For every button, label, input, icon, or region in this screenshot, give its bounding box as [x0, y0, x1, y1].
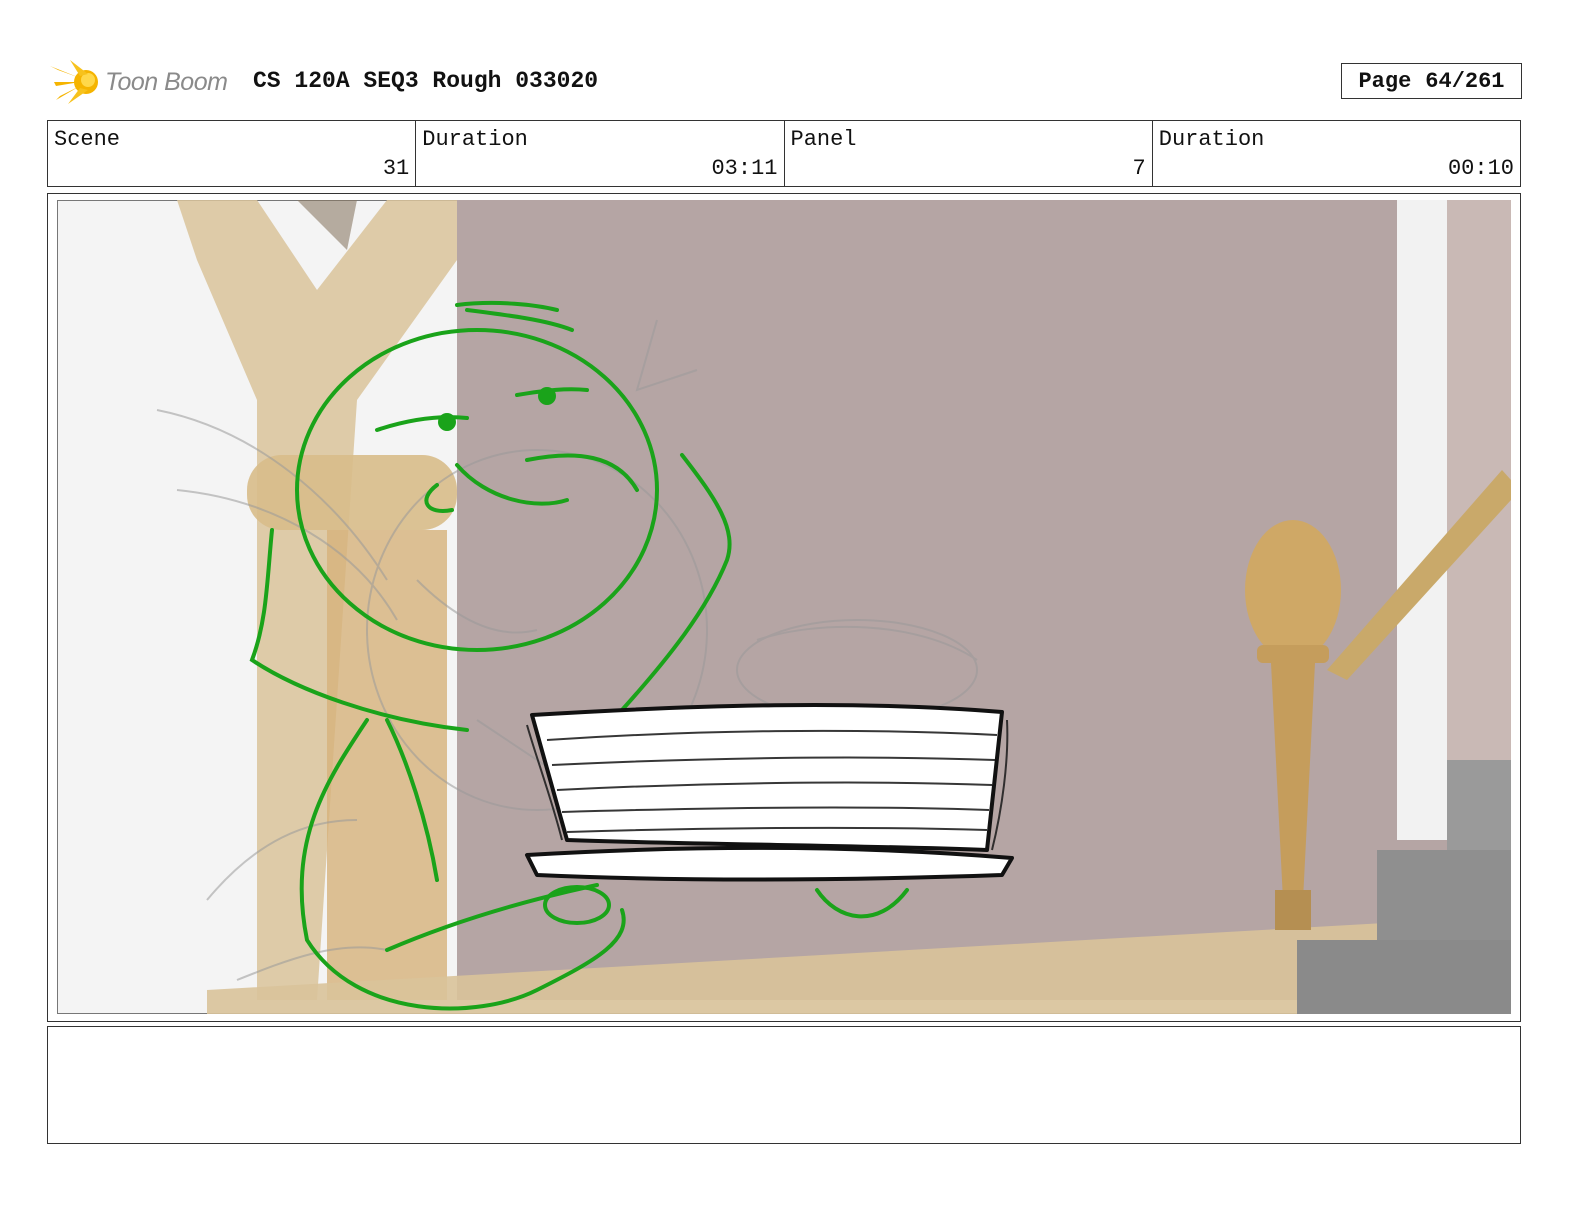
- panel-cell: Panel 7: [785, 121, 1153, 186]
- logo-text: Toon Boom: [105, 68, 228, 96]
- scene-value: 31: [382, 156, 410, 181]
- info-row: Scene 31 Duration 03:11 Panel 7 Duration…: [47, 120, 1521, 187]
- storyboard-header: Toon Boom CS 120A SEQ3 Rough 033020 Page…: [50, 52, 1522, 108]
- panel-image-frame: [47, 193, 1521, 1022]
- scene-duration-value: 03:11: [711, 156, 778, 181]
- toon-boom-logo: Toon Boom: [50, 56, 240, 108]
- scene-label: Scene: [54, 127, 121, 152]
- scene-duration-label: Duration: [422, 127, 528, 152]
- page-indicator: Page 64/261: [1341, 63, 1522, 99]
- page-label: Page: [1358, 68, 1412, 94]
- panel-duration-label: Duration: [1158, 127, 1265, 152]
- panel-duration-value: 00:10: [1447, 156, 1514, 181]
- panel-notes: [47, 1026, 1521, 1144]
- scene-duration-cell: Duration 03:11: [416, 121, 785, 186]
- logo-star-icon: [50, 60, 98, 104]
- panel-value: 7: [1132, 156, 1146, 181]
- panel-label: Panel: [790, 127, 857, 152]
- page-number: 64/261: [1425, 68, 1505, 94]
- scene-cell: Scene 31: [48, 121, 417, 186]
- storyboard-sketch: [57, 200, 1511, 1014]
- document-title: CS 120A SEQ3 Rough 033020: [253, 68, 599, 94]
- panel-duration-cell: Duration 00:10: [1153, 121, 1520, 186]
